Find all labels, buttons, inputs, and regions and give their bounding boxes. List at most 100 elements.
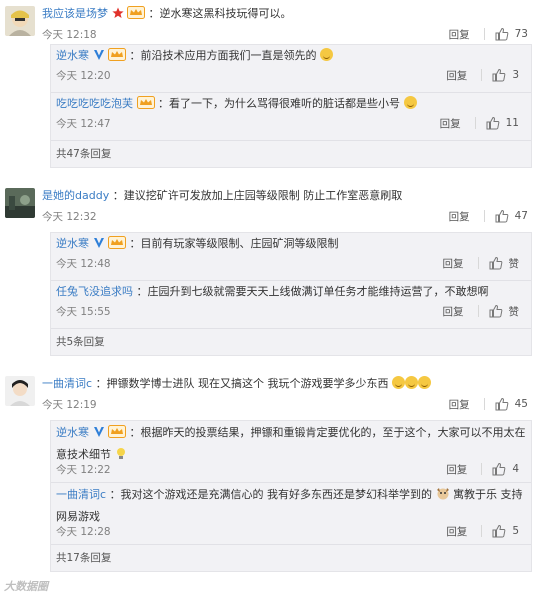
verified-v-icon: [93, 425, 105, 445]
divider: [481, 525, 483, 537]
like-count: 4: [512, 463, 519, 475]
dog-emoji-icon: [436, 487, 450, 507]
divider: [477, 305, 479, 317]
like-count: 5: [512, 525, 519, 537]
divider: [477, 257, 479, 269]
reply-username[interactable]: 吃吃吃吃吃泡芙: [56, 97, 133, 110]
thumbs-up-icon[interactable]: [495, 397, 509, 411]
reply-button[interactable]: 回复: [440, 116, 461, 131]
lightbulb-emoji-icon: [115, 447, 127, 467]
divider: [474, 117, 476, 129]
reply-username[interactable]: 任兔飞没追求吗: [56, 285, 133, 298]
thumbs-up-icon[interactable]: [486, 116, 500, 130]
reply-button[interactable]: 回复: [443, 304, 464, 319]
reply-text: ：看了一下，为什么骂得很难听的脏话都是些小号: [158, 97, 400, 110]
divider: [481, 463, 483, 475]
reply-actions: 回复 11: [440, 115, 519, 131]
vip-crown-icon: [108, 236, 126, 254]
vip-crown-icon: [108, 48, 126, 66]
laughing-emoji-icon: [418, 376, 432, 389]
comment-timestamp: 今天 12:32: [42, 211, 97, 223]
verified-v-icon: [93, 237, 105, 254]
reply-timestamp: 今天 12:47: [56, 118, 111, 130]
reply-timestamp: 今天 12:20: [56, 70, 111, 82]
laughing-emoji-icon: [403, 96, 417, 109]
laughing-emoji-icon: [320, 48, 333, 61]
reply-username[interactable]: 一曲清词c: [56, 488, 106, 501]
reply-button[interactable]: 回复: [449, 27, 470, 42]
like-count: 45: [514, 398, 528, 410]
laughing-emoji-icon: [405, 376, 419, 389]
divider: [481, 69, 483, 81]
divider: [483, 210, 485, 222]
thumbs-up-icon[interactable]: [492, 462, 506, 476]
comment-timestamp: 今天 12:18: [42, 29, 97, 41]
reply-item: 逆水寒 ：根据昨天的投票结果，押镖和重锻肯定要优化的，至于这个，大家可以不用太在…: [51, 421, 531, 483]
reply-actions: 回复 5: [446, 523, 519, 539]
comment-actions: 回复 45: [449, 396, 528, 412]
divider: [483, 28, 485, 40]
reply-timestamp: 今天 12:48: [56, 258, 111, 270]
reply-panel: 逆水寒 ：目前有玩家等级限制、庄园矿洞等级限制 今天 12:48 回复 赞 任兔…: [50, 232, 532, 356]
reply-text: ：目前有玩家等级限制、庄园矿洞等级限制: [129, 237, 339, 250]
like-count: 47: [514, 210, 528, 222]
reply-button[interactable]: 回复: [443, 256, 464, 271]
reply-actions: 回复 3: [446, 67, 519, 83]
like-count: 11: [505, 117, 519, 129]
reply-text: ：前沿技术应用方面我们一直是领先的: [129, 49, 317, 62]
avatar[interactable]: [5, 6, 35, 36]
reply-button[interactable]: 回复: [449, 397, 470, 412]
avatar[interactable]: [5, 376, 35, 406]
reply-button[interactable]: 回复: [449, 209, 470, 224]
comment-actions: 回复 47: [449, 208, 528, 224]
comment: 我应该是场梦 ：逆水寒这黑科技玩得可以。 今天 12:18 回复 73: [0, 6, 540, 46]
reply-username[interactable]: 逆水寒: [56, 237, 89, 250]
vip-crown-icon: [127, 6, 145, 24]
reply-item: 逆水寒 ：前沿技术应用方面我们一直是领先的 今天 12:20 回复 3: [51, 45, 531, 93]
reply-text: ：我对这个游戏还是充满信心的 我有好多东西还是梦幻科举学到的: [109, 488, 433, 501]
thumbs-up-icon[interactable]: [495, 27, 509, 41]
comment: 一曲清词c ：押镖数学博士进队 现在又搞这个 我玩个游戏要学多少东西 今天 12…: [0, 376, 540, 416]
more-replies-link[interactable]: 共47条回复: [51, 141, 531, 167]
thumbs-up-icon[interactable]: [492, 68, 506, 82]
reply-item: 任兔飞没追求吗 ：庄园升到七级就需要天天上线做满订单任务才能维持运营了，不敢想啊…: [51, 281, 531, 329]
verified-v-icon: [93, 49, 105, 66]
reply-timestamp: 今天 12:28: [56, 526, 111, 538]
comment-timestamp: 今天 12:19: [42, 399, 97, 411]
comment-username[interactable]: 是她的daddy: [42, 189, 109, 202]
thumbs-up-icon[interactable]: [495, 209, 509, 223]
divider: [483, 398, 485, 410]
thumbs-up-icon[interactable]: [492, 524, 506, 538]
like-label[interactable]: 赞: [509, 256, 520, 271]
vip-crown-icon: [108, 425, 126, 445]
reply-panel: 逆水寒 ：前沿技术应用方面我们一直是领先的 今天 12:20 回复 3 吃吃吃吃…: [50, 44, 532, 168]
reply-timestamp: 今天 15:55: [56, 306, 111, 318]
vip-crown-icon: [136, 96, 155, 114]
thumbs-up-icon[interactable]: [489, 304, 503, 318]
reply-username[interactable]: 逆水寒: [56, 426, 89, 439]
reply-text: ：庄园升到七级就需要天天上线做满订单任务才能维持运营了，不敢想啊: [136, 285, 489, 298]
reply-actions: 回复 4: [446, 461, 519, 477]
reply-timestamp: 今天 12:22: [56, 464, 111, 476]
reply-button[interactable]: 回复: [446, 524, 467, 539]
like-label[interactable]: 赞: [509, 304, 520, 319]
comment-username[interactable]: 一曲清词c: [42, 377, 92, 390]
like-count: 73: [514, 28, 528, 40]
comment-actions: 回复 73: [449, 26, 528, 42]
reply-item: 逆水寒 ：目前有玩家等级限制、庄园矿洞等级限制 今天 12:48 回复 赞: [51, 233, 531, 281]
thumbs-up-icon[interactable]: [489, 256, 503, 270]
reply-button[interactable]: 回复: [446, 462, 467, 477]
reply-item: 吃吃吃吃吃泡芙 ：看了一下，为什么骂得很难听的脏话都是些小号 今天 12:47 …: [51, 93, 531, 141]
more-replies-link[interactable]: 共17条回复: [51, 545, 531, 571]
reply-username[interactable]: 逆水寒: [56, 49, 89, 62]
reply-button[interactable]: 回复: [446, 68, 467, 83]
star-badge-icon: [111, 7, 124, 24]
avatar[interactable]: [5, 188, 35, 218]
reply-item: 一曲清词c ：我对这个游戏还是充满信心的 我有好多东西还是梦幻科举学到的 寓教于…: [51, 483, 531, 545]
reply-actions: 回复 赞: [443, 255, 520, 271]
comment-username[interactable]: 我应该是场梦: [42, 7, 108, 20]
watermark: 大数据圈: [4, 580, 48, 593]
comment-text: ：建议挖矿许可发放加上庄园等级限制 防止工作室恶意刷取: [112, 189, 403, 202]
comment: 是她的daddy ：建议挖矿许可发放加上庄园等级限制 防止工作室恶意刷取 今天 …: [0, 188, 540, 228]
more-replies-link[interactable]: 共5条回复: [51, 329, 531, 355]
